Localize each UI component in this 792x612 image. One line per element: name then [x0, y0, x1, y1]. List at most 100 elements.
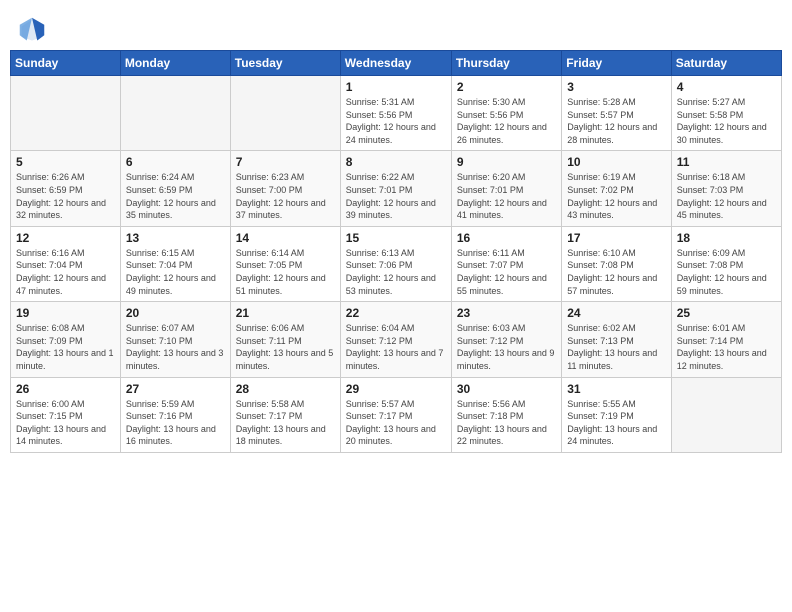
- day-info: Sunrise: 5:56 AMSunset: 7:18 PMDaylight:…: [457, 398, 556, 448]
- day-info: Sunrise: 6:22 AMSunset: 7:01 PMDaylight:…: [346, 171, 446, 221]
- day-number: 1: [346, 80, 446, 94]
- calendar-cell: 26 Sunrise: 6:00 AMSunset: 7:15 PMDayligh…: [11, 377, 121, 452]
- day-number: 24: [567, 306, 665, 320]
- day-number: 28: [236, 382, 335, 396]
- day-info: Sunrise: 6:10 AMSunset: 7:08 PMDaylight:…: [567, 247, 665, 297]
- day-number: 9: [457, 155, 556, 169]
- day-info: Sunrise: 6:06 AMSunset: 7:11 PMDaylight:…: [236, 322, 335, 372]
- calendar-cell: 20 Sunrise: 6:07 AMSunset: 7:10 PMDayligh…: [120, 302, 230, 377]
- calendar-week-3: 12 Sunrise: 6:16 AMSunset: 7:04 PMDayligh…: [11, 226, 782, 301]
- weekday-header-friday: Friday: [562, 51, 671, 76]
- day-number: 6: [126, 155, 225, 169]
- day-number: 26: [16, 382, 115, 396]
- weekday-header-saturday: Saturday: [671, 51, 781, 76]
- day-info: Sunrise: 6:20 AMSunset: 7:01 PMDaylight:…: [457, 171, 556, 221]
- day-info: Sunrise: 6:08 AMSunset: 7:09 PMDaylight:…: [16, 322, 115, 372]
- page-header: [10, 10, 782, 44]
- calendar-cell: 19 Sunrise: 6:08 AMSunset: 7:09 PMDayligh…: [11, 302, 121, 377]
- day-info: Sunrise: 6:19 AMSunset: 7:02 PMDaylight:…: [567, 171, 665, 221]
- day-number: 20: [126, 306, 225, 320]
- day-info: Sunrise: 5:57 AMSunset: 7:17 PMDaylight:…: [346, 398, 446, 448]
- day-info: Sunrise: 6:04 AMSunset: 7:12 PMDaylight:…: [346, 322, 446, 372]
- day-number: 5: [16, 155, 115, 169]
- calendar-cell: 31 Sunrise: 5:55 AMSunset: 7:19 PMDayligh…: [562, 377, 671, 452]
- day-info: Sunrise: 6:07 AMSunset: 7:10 PMDaylight:…: [126, 322, 225, 372]
- day-number: 31: [567, 382, 665, 396]
- calendar-cell: 30 Sunrise: 5:56 AMSunset: 7:18 PMDayligh…: [451, 377, 561, 452]
- day-number: 3: [567, 80, 665, 94]
- calendar-cell: 1 Sunrise: 5:31 AMSunset: 5:56 PMDaylight…: [340, 76, 451, 151]
- calendar-week-1: 1 Sunrise: 5:31 AMSunset: 5:56 PMDaylight…: [11, 76, 782, 151]
- calendar-cell: [120, 76, 230, 151]
- calendar-week-4: 19 Sunrise: 6:08 AMSunset: 7:09 PMDayligh…: [11, 302, 782, 377]
- weekday-header-monday: Monday: [120, 51, 230, 76]
- day-info: Sunrise: 6:03 AMSunset: 7:12 PMDaylight:…: [457, 322, 556, 372]
- day-info: Sunrise: 5:31 AMSunset: 5:56 PMDaylight:…: [346, 96, 446, 146]
- day-info: Sunrise: 6:18 AMSunset: 7:03 PMDaylight:…: [677, 171, 776, 221]
- weekday-header-sunday: Sunday: [11, 51, 121, 76]
- weekday-header-wednesday: Wednesday: [340, 51, 451, 76]
- day-number: 30: [457, 382, 556, 396]
- day-info: Sunrise: 6:02 AMSunset: 7:13 PMDaylight:…: [567, 322, 665, 372]
- day-number: 4: [677, 80, 776, 94]
- day-number: 10: [567, 155, 665, 169]
- day-info: Sunrise: 5:28 AMSunset: 5:57 PMDaylight:…: [567, 96, 665, 146]
- day-number: 14: [236, 231, 335, 245]
- calendar-cell: 27 Sunrise: 5:59 AMSunset: 7:16 PMDayligh…: [120, 377, 230, 452]
- day-info: Sunrise: 5:58 AMSunset: 7:17 PMDaylight:…: [236, 398, 335, 448]
- day-info: Sunrise: 5:30 AMSunset: 5:56 PMDaylight:…: [457, 96, 556, 146]
- calendar-cell: 21Sunrise: 6:06 AMSunset: 7:11 PMDayligh…: [230, 302, 340, 377]
- calendar-cell: 24 Sunrise: 6:02 AMSunset: 7:13 PMDayligh…: [562, 302, 671, 377]
- calendar-week-2: 5Sunrise: 6:26 AMSunset: 6:59 PMDaylight…: [11, 151, 782, 226]
- day-number: 12: [16, 231, 115, 245]
- calendar-cell: 4 Sunrise: 5:27 AMSunset: 5:58 PMDaylight…: [671, 76, 781, 151]
- calendar-cell: 8Sunrise: 6:22 AMSunset: 7:01 PMDaylight…: [340, 151, 451, 226]
- calendar-cell: 12 Sunrise: 6:16 AMSunset: 7:04 PMDayligh…: [11, 226, 121, 301]
- calendar-week-5: 26 Sunrise: 6:00 AMSunset: 7:15 PMDayligh…: [11, 377, 782, 452]
- calendar-cell: 29Sunrise: 5:57 AMSunset: 7:17 PMDayligh…: [340, 377, 451, 452]
- calendar-cell: 11 Sunrise: 6:18 AMSunset: 7:03 PMDayligh…: [671, 151, 781, 226]
- day-info: Sunrise: 5:59 AMSunset: 7:16 PMDaylight:…: [126, 398, 225, 448]
- day-info: Sunrise: 5:27 AMSunset: 5:58 PMDaylight:…: [677, 96, 776, 146]
- day-number: 16: [457, 231, 556, 245]
- day-number: 11: [677, 155, 776, 169]
- weekday-header-tuesday: Tuesday: [230, 51, 340, 76]
- weekday-header-thursday: Thursday: [451, 51, 561, 76]
- day-info: Sunrise: 6:00 AMSunset: 7:15 PMDaylight:…: [16, 398, 115, 448]
- calendar-cell: [671, 377, 781, 452]
- day-number: 17: [567, 231, 665, 245]
- calendar-cell: [11, 76, 121, 151]
- calendar-cell: 2 Sunrise: 5:30 AMSunset: 5:56 PMDaylight…: [451, 76, 561, 151]
- day-info: Sunrise: 6:23 AMSunset: 7:00 PMDaylight:…: [236, 171, 335, 221]
- day-number: 15: [346, 231, 446, 245]
- calendar-cell: 18 Sunrise: 6:09 AMSunset: 7:08 PMDayligh…: [671, 226, 781, 301]
- calendar-cell: 3 Sunrise: 5:28 AMSunset: 5:57 PMDaylight…: [562, 76, 671, 151]
- day-info: Sunrise: 6:13 AMSunset: 7:06 PMDaylight:…: [346, 247, 446, 297]
- calendar-cell: 6Sunrise: 6:24 AMSunset: 6:59 PMDaylight…: [120, 151, 230, 226]
- day-info: Sunrise: 6:09 AMSunset: 7:08 PMDaylight:…: [677, 247, 776, 297]
- calendar-cell: 14Sunrise: 6:14 AMSunset: 7:05 PMDayligh…: [230, 226, 340, 301]
- logo: [18, 16, 50, 44]
- calendar-cell: 10 Sunrise: 6:19 AMSunset: 7:02 PMDayligh…: [562, 151, 671, 226]
- calendar-cell: 5Sunrise: 6:26 AMSunset: 6:59 PMDaylight…: [11, 151, 121, 226]
- logo-icon: [18, 16, 46, 44]
- day-number: 19: [16, 306, 115, 320]
- calendar-cell: 9 Sunrise: 6:20 AMSunset: 7:01 PMDaylight…: [451, 151, 561, 226]
- calendar-cell: 25Sunrise: 6:01 AMSunset: 7:14 PMDayligh…: [671, 302, 781, 377]
- day-number: 18: [677, 231, 776, 245]
- day-number: 7: [236, 155, 335, 169]
- day-info: Sunrise: 5:55 AMSunset: 7:19 PMDaylight:…: [567, 398, 665, 448]
- day-number: 13: [126, 231, 225, 245]
- calendar-cell: [230, 76, 340, 151]
- calendar-table: SundayMondayTuesdayWednesdayThursdayFrid…: [10, 50, 782, 453]
- calendar-cell: 22Sunrise: 6:04 AMSunset: 7:12 PMDayligh…: [340, 302, 451, 377]
- calendar-cell: 23Sunrise: 6:03 AMSunset: 7:12 PMDayligh…: [451, 302, 561, 377]
- calendar-cell: 7 Sunrise: 6:23 AMSunset: 7:00 PMDaylight…: [230, 151, 340, 226]
- day-info: Sunrise: 6:16 AMSunset: 7:04 PMDaylight:…: [16, 247, 115, 297]
- calendar-cell: 16Sunrise: 6:11 AMSunset: 7:07 PMDayligh…: [451, 226, 561, 301]
- day-info: Sunrise: 6:15 AMSunset: 7:04 PMDaylight:…: [126, 247, 225, 297]
- day-info: Sunrise: 6:01 AMSunset: 7:14 PMDaylight:…: [677, 322, 776, 372]
- calendar-cell: 17 Sunrise: 6:10 AMSunset: 7:08 PMDayligh…: [562, 226, 671, 301]
- day-number: 2: [457, 80, 556, 94]
- day-number: 27: [126, 382, 225, 396]
